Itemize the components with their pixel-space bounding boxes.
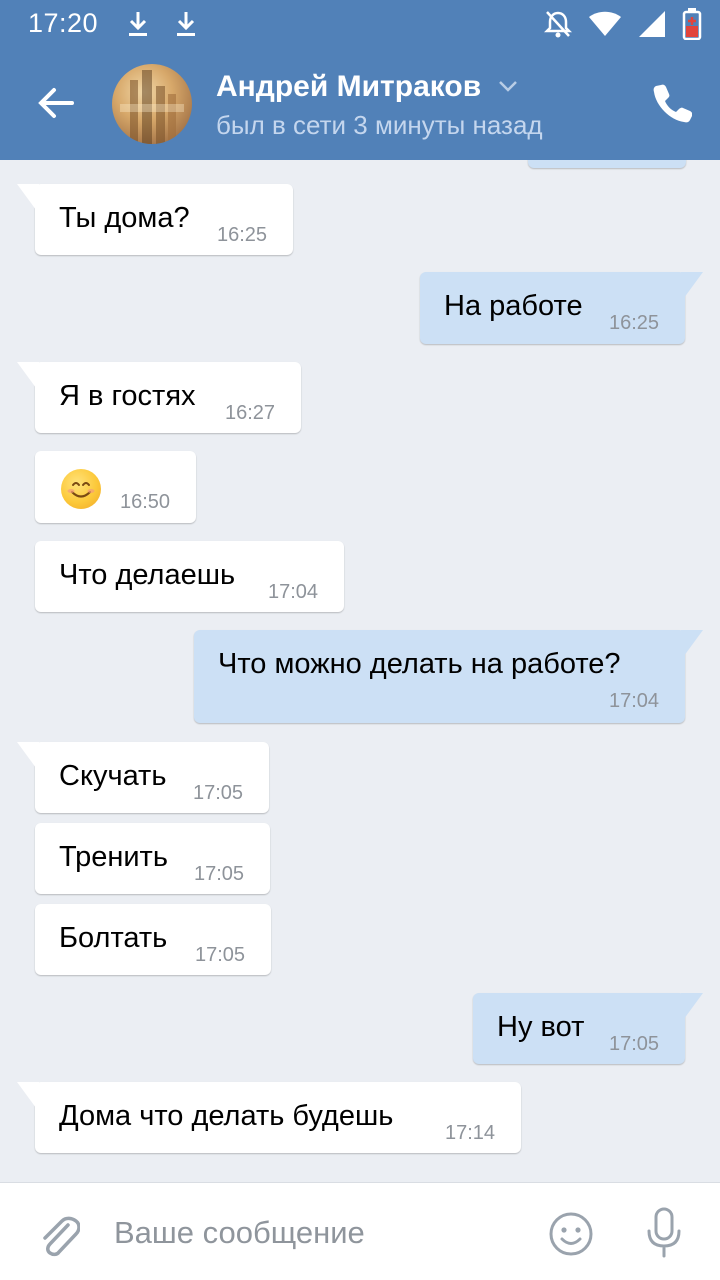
message-text: Болтать: [59, 922, 168, 954]
back-arrow-icon[interactable]: [32, 78, 82, 128]
chevron-down-icon[interactable]: [497, 78, 519, 94]
cell-signal-icon: [639, 11, 665, 37]
message-bubble-incoming[interactable]: Тренить 17:05: [35, 823, 270, 894]
message-input[interactable]: [114, 1211, 514, 1255]
smiling-face-emoji: [61, 469, 101, 509]
message-text: Ну вот: [497, 1011, 585, 1043]
message-bubble-outgoing[interactable]: На работе 16:25: [420, 272, 703, 344]
message-bubble-incoming[interactable]: Скучать 17:05: [17, 742, 269, 813]
battery-icon: [682, 8, 702, 40]
message-text: На работе: [444, 290, 583, 322]
notifications-off-icon: [544, 11, 572, 38]
message-time: 16:25: [217, 224, 268, 246]
top-bar: 17:20 Андрей Митраков был в сети 3 минут…: [0, 0, 720, 160]
download-icon: [177, 12, 195, 36]
message-text: Скучать: [59, 760, 167, 792]
download-icon: [129, 12, 147, 36]
message-text: Что можно делать на работе?: [218, 648, 621, 680]
message-composer: [0, 1182, 720, 1280]
contact-last-seen: был в сети 3 минуты назад: [216, 110, 543, 140]
message-bubble-incoming[interactable]: Что делаешь 17:04: [35, 541, 344, 612]
message-time: 17:14: [445, 1122, 496, 1144]
message-time: 17:05: [194, 863, 245, 885]
message-time: 17:05: [193, 782, 244, 804]
message-text: Я в гостях: [59, 380, 196, 412]
message-text: Что делаешь: [59, 559, 236, 591]
message-time: 17:04: [609, 690, 660, 712]
paperclip-icon[interactable]: [36, 1211, 80, 1259]
microphone-icon[interactable]: [644, 1207, 684, 1259]
message-time: 16:25: [609, 312, 660, 334]
message-bubble-incoming[interactable]: Я в гостях 16:27: [17, 362, 301, 433]
message-time: 16:27: [225, 402, 276, 424]
message-time: 17:05: [195, 944, 246, 966]
message-text: Дома что делать будешь: [59, 1100, 394, 1132]
status-bar: 17:20: [0, 0, 720, 48]
emoji-picker-icon[interactable]: [548, 1211, 594, 1257]
chat-header: Андрей Митраков был в сети 3 минуты наза…: [0, 48, 720, 160]
phone-call-icon[interactable]: [652, 82, 692, 124]
message-bubble-incoming[interactable]: Ты дома? 16:25: [17, 184, 293, 255]
message-time: 16:50: [120, 491, 171, 513]
message-bubble-incoming[interactable]: 16:50: [35, 451, 196, 523]
message-bubble-incoming[interactable]: Болтать 17:05: [35, 904, 271, 975]
message-text: Тренить: [59, 841, 168, 873]
avatar[interactable]: [112, 64, 192, 144]
message-bubble-outgoing[interactable]: Что можно делать на работе? 17:04: [194, 630, 703, 723]
message-bubble-incoming[interactable]: Дома что делать будешь 17:14: [17, 1082, 521, 1153]
wifi-icon: [589, 11, 621, 36]
contact-name[interactable]: Андрей Митраков: [216, 70, 481, 104]
message-bubble-outgoing[interactable]: Ну вот 17:05: [473, 993, 703, 1064]
partial-message-bubble: [528, 160, 686, 168]
message-time: 17:04: [268, 581, 319, 603]
status-time: 17:20: [28, 8, 99, 38]
message-list[interactable]: Ты дома? 16:25 На работе 16:25 Я в гостя…: [0, 160, 720, 1182]
message-text: Ты дома?: [59, 202, 190, 234]
message-time: 17:05: [609, 1033, 660, 1055]
